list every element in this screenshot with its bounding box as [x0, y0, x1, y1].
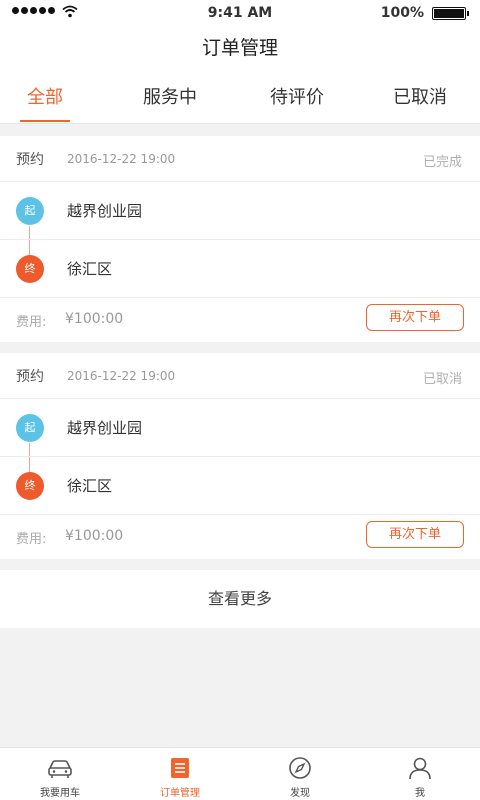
person-icon: [409, 757, 431, 780]
order-type: 预约: [16, 369, 44, 385]
battery-percent: 100%: [380, 5, 424, 21]
end-location: 徐汇区: [67, 260, 113, 278]
route-start: 起 越界创业园: [0, 399, 480, 457]
end-badge: 终: [16, 255, 44, 283]
tab-cancelled[interactable]: 已取消: [388, 72, 452, 124]
tabbar-item-ride[interactable]: 我要用车: [0, 748, 120, 800]
tab-label: 待评价: [270, 87, 324, 108]
reorder-button[interactable]: 再次下单: [366, 304, 464, 331]
tab-in-service[interactable]: 服务中: [140, 72, 200, 124]
compass-icon: [289, 757, 311, 779]
load-more-button[interactable]: 查看更多: [0, 570, 480, 628]
fee-label: 费用:: [16, 315, 47, 330]
reorder-button[interactable]: 再次下单: [366, 521, 464, 548]
list-icon: [171, 758, 189, 778]
fee-value: ¥100:00: [65, 311, 124, 327]
order-header: 预约 2016-12-22 19:00 已完成: [0, 136, 480, 182]
tab-all[interactable]: 全部: [20, 72, 70, 124]
order-datetime: 2016-12-22 19:00: [67, 152, 176, 166]
status-bar: 9:41 AM 100%: [0, 0, 480, 26]
page-title: 订单管理: [0, 26, 480, 72]
start-location: 越界创业园: [67, 202, 143, 220]
order-datetime: 2016-12-22 19:00: [67, 369, 176, 383]
order-card[interactable]: 预约 2016-12-22 19:00 已取消 起 越界创业园 终 徐汇区 费用…: [0, 353, 480, 559]
order-status: 已完成: [422, 155, 462, 170]
car-icon: [48, 760, 72, 778]
order-card[interactable]: 预约 2016-12-22 19:00 已完成 起 越界创业园 终 徐汇区 费用…: [0, 136, 480, 342]
tabbar-item-me[interactable]: 我: [360, 748, 480, 800]
bottom-tab-bar: 我要用车 订单管理 发现 我: [0, 747, 480, 800]
order-footer: 费用: ¥100:00 再次下单: [0, 515, 480, 559]
tabbar-label: 我要用车: [40, 788, 80, 799]
order-footer: 费用: ¥100:00 再次下单: [0, 298, 480, 342]
tabbar-label: 订单管理: [160, 788, 200, 799]
tabbar-label: 发现: [290, 788, 310, 799]
end-badge: 终: [16, 472, 44, 500]
tabbar-item-orders[interactable]: 订单管理: [120, 748, 240, 800]
battery-icon: [432, 7, 469, 20]
start-badge: 起: [16, 414, 44, 442]
order-type: 预约: [16, 152, 44, 168]
tab-to-review[interactable]: 待评价: [266, 72, 328, 124]
tab-label: 服务中: [143, 87, 197, 108]
start-location: 越界创业园: [67, 419, 143, 437]
order-status: 已取消: [422, 372, 462, 387]
route-end: 终 徐汇区: [0, 457, 480, 515]
tab-active-indicator: [20, 120, 70, 122]
tab-label: 已取消: [393, 87, 447, 108]
fee-value: ¥100:00: [65, 528, 124, 544]
route-end: 终 徐汇区: [0, 240, 480, 298]
tab-label: 全部: [27, 87, 63, 108]
end-location: 徐汇区: [67, 477, 113, 495]
route-start: 起 越界创业园: [0, 182, 480, 240]
fee-label: 费用:: [16, 532, 47, 547]
order-header: 预约 2016-12-22 19:00 已取消: [0, 353, 480, 399]
start-badge: 起: [16, 197, 44, 225]
tabbar-label: 我: [415, 788, 425, 799]
order-tabs: 全部 服务中 待评价 已取消: [0, 72, 480, 124]
tabbar-item-discover[interactable]: 发现: [240, 748, 360, 800]
